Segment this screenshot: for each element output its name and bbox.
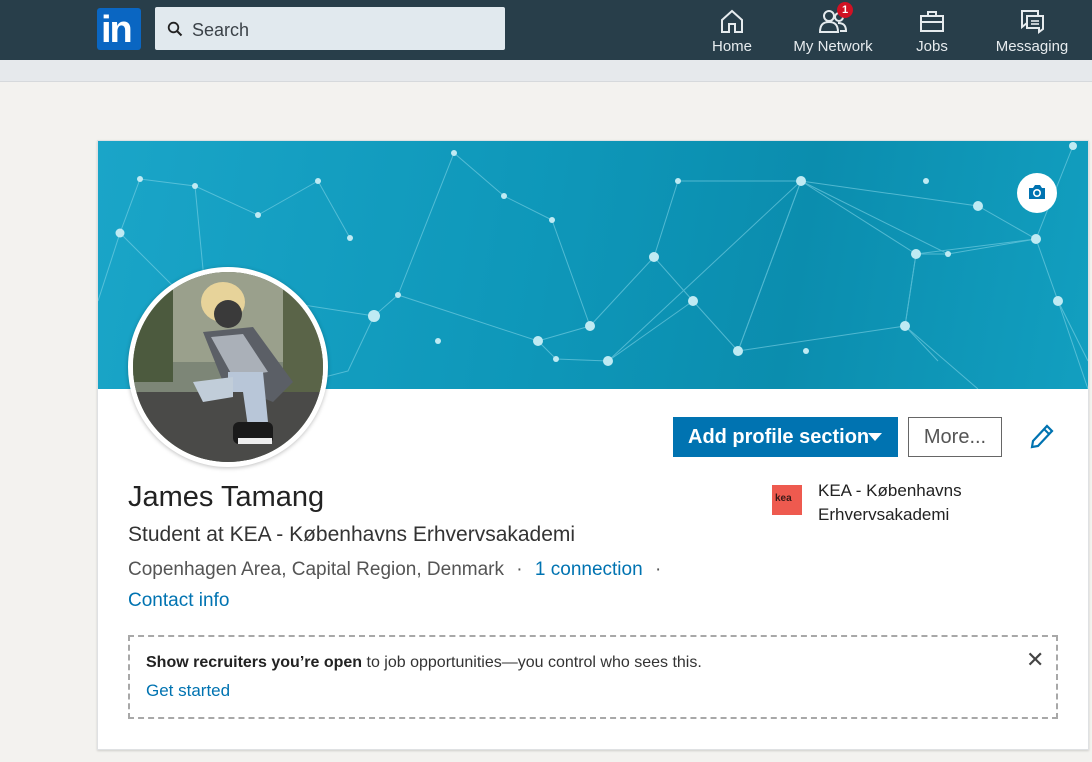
- nav-item-home[interactable]: Home: [702, 0, 762, 60]
- briefcase-icon: [920, 11, 944, 32]
- top-navigation-bar: in Home 1 My Network Jobs: [0, 0, 1092, 60]
- profile-headline: Student at KEA - Københavns Erhvervsakad…: [128, 523, 576, 546]
- open-to-work-prompt: Show recruiters you’re open to job oppor…: [128, 635, 1058, 719]
- search-box[interactable]: [155, 7, 505, 50]
- secondary-bar: [0, 60, 1092, 82]
- notification-badge: 1: [837, 2, 853, 18]
- add-profile-section-button[interactable]: Add profile section: [673, 417, 898, 457]
- edit-profile-button[interactable]: [1028, 421, 1054, 456]
- separator: ·: [654, 559, 662, 580]
- profile-location: Copenhagen Area, Capital Region, Denmark: [128, 559, 505, 580]
- nav-item-label: Jobs: [916, 38, 948, 55]
- profile-location-line: Copenhagen Area, Capital Region, Denmark…: [128, 559, 668, 581]
- close-icon[interactable]: ✕: [1026, 649, 1044, 671]
- camera-icon: [1029, 185, 1045, 199]
- school-logo-text: kea: [775, 493, 792, 504]
- logo-text: in: [101, 9, 133, 51]
- nav-item-jobs[interactable]: Jobs: [902, 0, 962, 60]
- separator: ·: [516, 559, 523, 580]
- connections-link[interactable]: 1 connection: [535, 559, 643, 580]
- profile-name: James Tamang: [128, 481, 325, 513]
- profile-photo[interactable]: [128, 267, 328, 467]
- nav-item-label: Home: [711, 38, 752, 55]
- messaging-icon: [1021, 10, 1044, 34]
- school-logo: kea: [772, 485, 802, 515]
- profile-card: Add profile section More... James Tamang…: [97, 140, 1089, 750]
- pencil-icon: [1030, 424, 1054, 449]
- open-to-work-bold: Show recruiters you’re open: [146, 654, 363, 671]
- contact-info-link[interactable]: Contact info: [128, 590, 229, 612]
- caret-down-icon: [868, 433, 882, 441]
- nav-item-label: Messaging: [995, 38, 1069, 55]
- open-to-work-rest: to job opportunities—you control who see…: [362, 654, 702, 671]
- home-icon: [721, 9, 743, 33]
- nav-item-my-network[interactable]: 1 My Network: [788, 0, 878, 60]
- more-button[interactable]: More...: [908, 417, 1002, 457]
- edit-background-button[interactable]: [1017, 173, 1057, 213]
- search-input[interactable]: [190, 16, 494, 44]
- nav-item-messaging[interactable]: Messaging: [992, 0, 1072, 60]
- linkedin-logo[interactable]: in: [97, 8, 141, 51]
- nav-item-label: My Network: [793, 38, 873, 55]
- search-icon: [167, 21, 183, 37]
- get-started-link[interactable]: Get started: [146, 681, 230, 701]
- avatar-image: [133, 272, 323, 462]
- school-name: KEA - Københavns Erhvervsakademi: [818, 481, 962, 524]
- open-to-work-message: Show recruiters you’re open to job oppor…: [146, 654, 702, 672]
- add-profile-section-label: Add profile section: [688, 425, 870, 448]
